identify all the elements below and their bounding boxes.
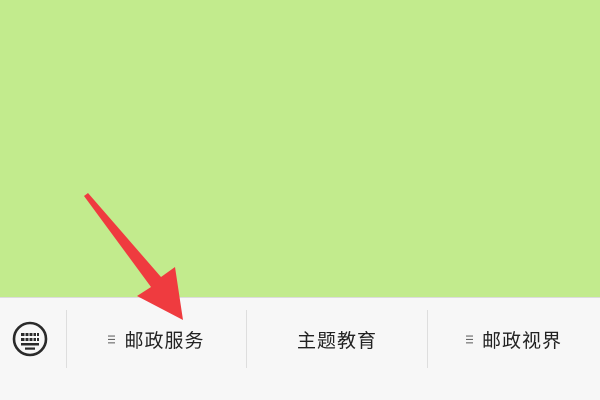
submenu-lines-icon [108,335,116,344]
menu-item-label: 邮政视界 [481,329,562,352]
submenu-lines-icon [465,335,473,344]
content-area [0,0,600,297]
menu-item-theme-education[interactable]: 主题教育 [247,310,427,368]
bottom-menu-bar: 邮政服务 主题教育 邮政视界 [0,297,600,400]
menu-item-label: 邮政服务 [124,329,205,352]
menu-item-postal-vision[interactable]: 邮政视界 [428,310,600,368]
menu-item-postal-service[interactable]: 邮政服务 [67,310,246,368]
keyboard-icon [12,321,48,357]
menu-item-label: 主题教育 [296,329,377,352]
keyboard-toggle-button[interactable] [11,320,49,358]
